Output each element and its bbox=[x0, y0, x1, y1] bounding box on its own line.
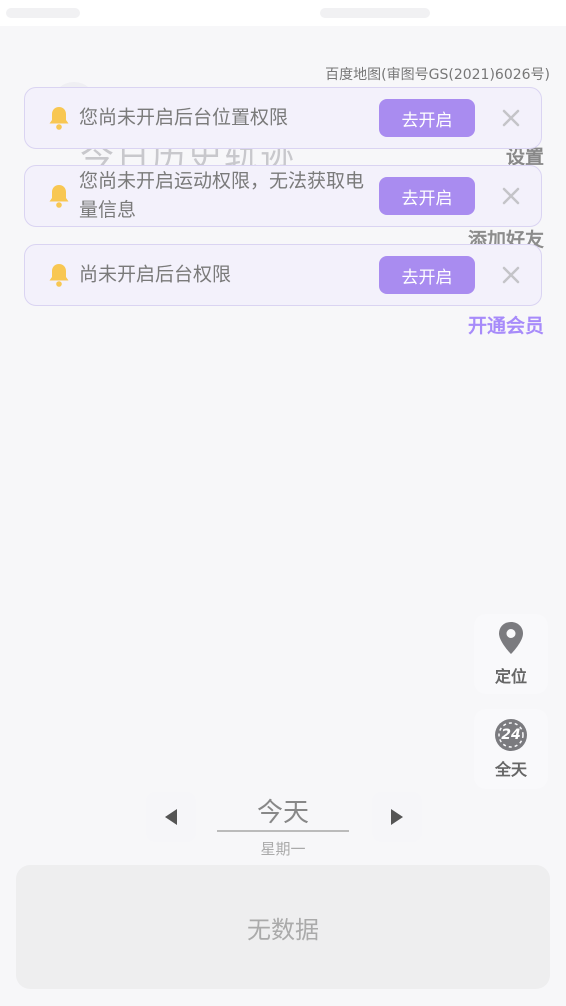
all-day-badge: 24 bbox=[501, 727, 521, 743]
status-bar bbox=[0, 0, 566, 26]
all-day-label: 全天 bbox=[494, 760, 527, 779]
notice-message: 您尚未开启后台位置权限 bbox=[79, 106, 289, 129]
status-bar-right bbox=[320, 8, 430, 18]
date-navigator: 今天 星期一 bbox=[0, 788, 566, 858]
close-icon[interactable] bbox=[497, 182, 525, 210]
notice-background: 尚未开启后台权限 去开启 bbox=[24, 244, 542, 306]
date-label[interactable]: 今天 bbox=[217, 792, 349, 832]
weekday-label: 星期一 bbox=[260, 840, 306, 858]
empty-state-text: 无数据 bbox=[247, 915, 319, 944]
vip-link[interactable]: 开通会员 bbox=[468, 311, 544, 338]
locate-button[interactable]: 定位 bbox=[474, 614, 548, 694]
enable-button[interactable]: 去开启 bbox=[379, 177, 475, 215]
prev-day-button[interactable] bbox=[146, 792, 196, 842]
notice-message: 尚未开启后台权限 bbox=[79, 263, 232, 286]
next-day-button[interactable] bbox=[372, 792, 422, 842]
locate-label: 定位 bbox=[494, 667, 527, 686]
notice-motion: 您尚未开启运动权限，无法获取电量信息 去开启 bbox=[24, 165, 542, 227]
all-day-button[interactable]: 24 全天 bbox=[474, 709, 548, 789]
location-pin-icon bbox=[496, 621, 526, 659]
bell-icon bbox=[47, 262, 71, 288]
notice-message: 您尚未开启运动权限，无法获取电量信息 bbox=[79, 170, 365, 221]
bell-icon bbox=[47, 183, 71, 209]
close-icon[interactable] bbox=[497, 104, 525, 132]
close-icon[interactable] bbox=[497, 261, 525, 289]
map-credit: 百度地图(审图号GS(2021)6026号) bbox=[325, 67, 550, 83]
triangle-left-icon bbox=[165, 809, 177, 825]
status-bar-left bbox=[6, 8, 80, 18]
notice-background-location: 您尚未开启后台位置权限 去开启 bbox=[24, 87, 542, 149]
clock-24-icon: 24 bbox=[494, 718, 528, 752]
enable-button[interactable]: 去开启 bbox=[379, 99, 475, 137]
bell-icon bbox=[47, 105, 71, 131]
triangle-right-icon bbox=[391, 809, 403, 825]
enable-button[interactable]: 去开启 bbox=[379, 256, 475, 294]
data-panel: 无数据 bbox=[16, 865, 550, 989]
